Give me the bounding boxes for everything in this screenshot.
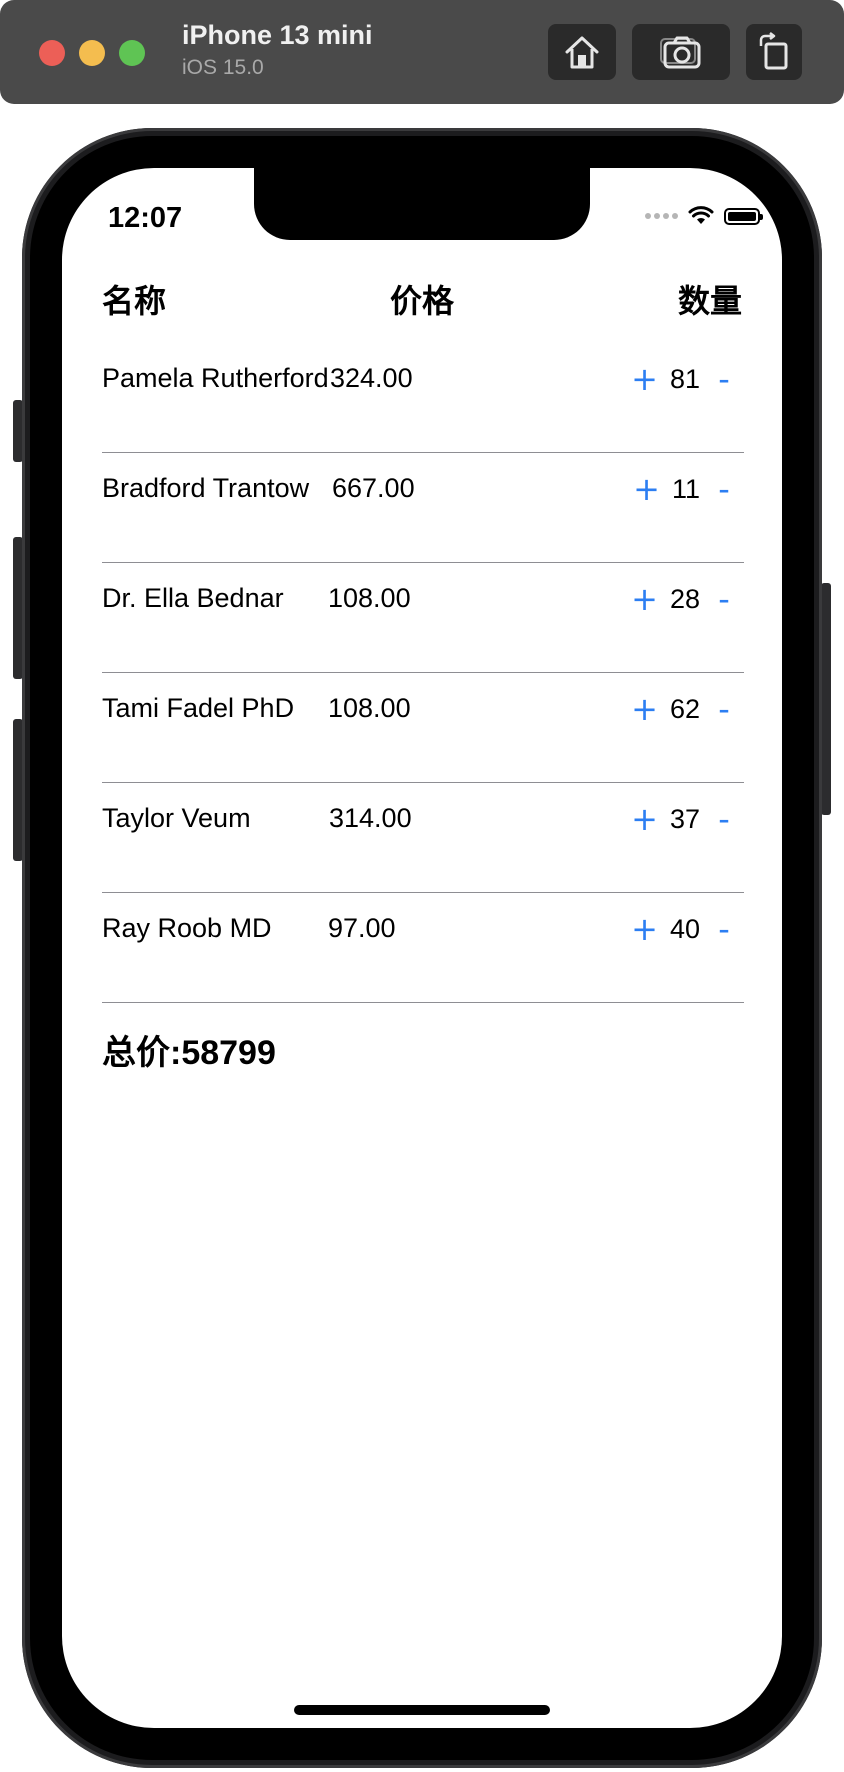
row-name: Tami Fadel PhD: [102, 693, 295, 723]
row-price: 108.00: [328, 693, 411, 723]
table-header: 名称 价格 数量: [102, 268, 742, 320]
increment-button[interactable]: +: [631, 799, 658, 839]
home-icon: [565, 36, 599, 69]
increment-button[interactable]: +: [631, 689, 658, 729]
status-time: 12:07: [108, 202, 183, 234]
close-window-button[interactable]: [39, 40, 65, 66]
row-name: Dr. Ella Bednar: [102, 583, 284, 613]
table-row: Pamela Rutherford 324.00 + 81 -: [102, 343, 744, 453]
table-row: Bradford Trantow 667.00 + 11 -: [102, 453, 744, 563]
quantity-stepper: + 28 -: [631, 579, 732, 619]
table-row: Ray Roob MD 97.00 + 40 -: [102, 893, 744, 1003]
header-name: 名称: [102, 283, 167, 319]
header-price: 价格: [390, 283, 455, 319]
wifi-icon: [688, 206, 714, 224]
row-name: Ray Roob MD: [102, 913, 272, 943]
quantity-value: 81: [669, 363, 700, 394]
device-name: iPhone 13 mini: [182, 20, 373, 50]
product-list: Pamela Rutherford 324.00 + 81 - Bradford…: [102, 343, 744, 1003]
row-name: Taylor Veum: [102, 803, 251, 833]
table-row: Tami Fadel PhD 108.00 + 62 -: [102, 673, 744, 783]
screenshot-button[interactable]: [632, 24, 730, 80]
increment-button[interactable]: +: [631, 579, 658, 619]
cellular-signal-icon: [645, 213, 678, 219]
quantity-value: 37: [669, 803, 700, 834]
row-price: 314.00: [329, 803, 412, 833]
minimize-window-button[interactable]: [79, 40, 105, 66]
rotate-button[interactable]: [746, 24, 802, 80]
quantity-value: 28: [669, 583, 700, 614]
camera-icon: [660, 36, 701, 69]
quantity-stepper: + 40 -: [631, 909, 732, 949]
increment-button[interactable]: +: [633, 469, 660, 509]
decrement-button[interactable]: -: [716, 579, 732, 619]
os-version: iOS 15.0: [182, 56, 264, 79]
table-row: Taylor Veum 314.00 + 37 -: [102, 783, 744, 893]
device-screen: 12:07 名称 价格 数量 Pamela Rutherford 324.00 …: [62, 168, 782, 1728]
quantity-stepper: + 37 -: [631, 799, 732, 839]
header-quantity: 数量: [677, 283, 742, 319]
notch: [254, 168, 590, 240]
row-price: 324.00: [330, 363, 413, 393]
battery-icon: [724, 207, 763, 225]
row-name: Bradford Trantow: [102, 473, 310, 503]
table-row: Dr. Ella Bednar 108.00 + 28 -: [102, 563, 744, 673]
row-price: 108.00: [328, 583, 411, 613]
simulator-title-bar: iPhone 13 mini iOS 15.0: [0, 0, 844, 104]
total-price: 总价:58799: [102, 1034, 276, 1072]
increment-button[interactable]: +: [631, 359, 658, 399]
zoom-window-button[interactable]: [119, 40, 145, 66]
power-button: [821, 583, 831, 815]
decrement-button[interactable]: -: [716, 689, 732, 729]
row-name: Pamela Rutherford: [102, 363, 329, 393]
quantity-stepper: + 11 -: [633, 469, 732, 509]
quantity-stepper: + 62 -: [631, 689, 732, 729]
quantity-value: 62: [669, 693, 700, 724]
row-price: 667.00: [332, 473, 415, 503]
decrement-button[interactable]: -: [716, 359, 732, 399]
increment-button[interactable]: +: [631, 909, 658, 949]
decrement-button[interactable]: -: [716, 469, 732, 509]
decrement-button[interactable]: -: [716, 799, 732, 839]
quantity-value: 11: [671, 473, 700, 504]
row-price: 97.00: [328, 913, 396, 943]
status-indicators: [645, 206, 763, 226]
home-button[interactable]: [548, 24, 616, 80]
quantity-stepper: + 81 -: [631, 359, 732, 399]
home-indicator[interactable]: [294, 1705, 550, 1715]
quantity-value: 40: [669, 913, 700, 944]
decrement-button[interactable]: -: [716, 909, 732, 949]
rotate-icon: [759, 32, 788, 70]
